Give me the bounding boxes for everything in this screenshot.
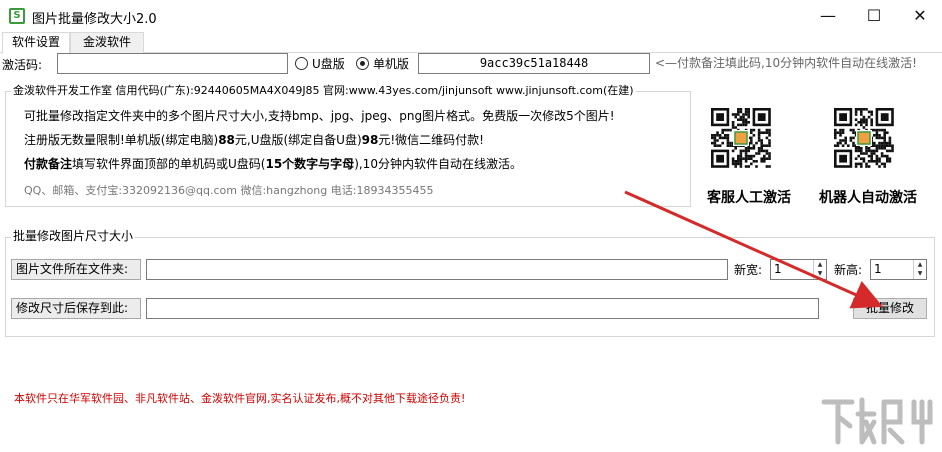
usb-edition-label[interactable]: U盘版 (312, 56, 345, 72)
info-line-pricing: 注册版无数量限制!单机版(绑定电脑)88元,U盘版(绑定自备U盘)98元!微信二… (24, 132, 484, 149)
minimize-button[interactable]: — (805, 0, 851, 31)
batch-group-legend: 批量修改图片尺寸大小 (11, 228, 136, 244)
maximize-button[interactable]: ☐ (851, 0, 897, 31)
usb-edition-radio[interactable] (295, 57, 308, 70)
dest-folder-button[interactable]: 修改尺寸后保存到此: (11, 298, 141, 319)
activation-hint: <—付款备注填此码,10分钟内软件自动在线激活! (655, 56, 917, 70)
new-width-label: 新宽: (734, 263, 763, 277)
pricing-single-price: 88 (218, 133, 235, 147)
single-machine-radio[interactable] (356, 57, 369, 70)
info-group-legend: 金泼软件开发工作室 信用代码(广东):92440605MA4X049J85 官网… (11, 83, 636, 99)
disclaimer-text: 本软件只在华军软件园、非凡软件站、金泼软件官网,实名认证发布,概不对其他下载途径… (14, 392, 466, 405)
new-width-value: 1 (774, 262, 782, 276)
payment-note-bold: 付款备注 (24, 157, 73, 171)
payment-note-code-length: 15个数字与字母 (265, 157, 355, 171)
height-spin-arrows-icon[interactable]: ▲ ▼ (913, 260, 926, 279)
robot-activation-label: 机器人自动激活 (819, 190, 917, 206)
payment-note-tail: ),10分钟内软件自动在线激活。 (354, 157, 522, 171)
width-spin-arrows-icon[interactable]: ▲ ▼ (813, 260, 826, 279)
tab-jinpo-software[interactable]: 金泼软件 (70, 32, 144, 53)
pricing-usb-price: 98 (361, 133, 379, 147)
pricing-text-c: 元,U盘版(绑定自备U盘) (234, 133, 362, 147)
tab-settings[interactable]: 软件设置 (2, 32, 70, 54)
close-button[interactable]: ✕ (897, 0, 942, 31)
new-height-label: 新高: (834, 263, 863, 277)
source-folder-button[interactable]: 图片文件所在文件夹: (11, 259, 141, 280)
batch-group-box (5, 237, 935, 337)
robot-qr-code (832, 94, 896, 182)
source-folder-input[interactable] (146, 259, 728, 280)
single-machine-label[interactable]: 单机版 (373, 56, 409, 72)
pricing-text-e: 元!微信二维码付款! (378, 133, 484, 147)
pricing-text-a: 注册版无数量限制!单机版(绑定电脑) (24, 133, 219, 147)
new-width-spinner[interactable]: 1 ▲ ▼ (770, 259, 827, 280)
window-title: 图片批量修改大小2.0 (32, 12, 157, 27)
info-line-features: 可批量修改指定文件夹中的多个图片尺寸大小,支持bmp、jpg、jpeg、png图… (24, 109, 615, 123)
payment-note-text: 填写软件界面顶部的单机码或U盘码( (72, 157, 266, 171)
app-icon: S (9, 8, 25, 24)
info-line-contact: QQ、邮箱、支付宝:332092136@qq.com 微信:hangzhong … (24, 184, 434, 197)
machine-code-field[interactable]: 9acc39c51a18448 (418, 53, 650, 74)
dest-folder-input[interactable] (146, 298, 819, 319)
activation-code-input[interactable] (57, 53, 288, 74)
batch-resize-button[interactable]: 批量修改 (853, 298, 927, 319)
new-height-value: 1 (874, 262, 882, 276)
activation-code-label: 激活码: (2, 58, 43, 72)
watermark-logo (821, 397, 933, 445)
info-line-payment-note: 付款备注填写软件界面顶部的单机码或U盘码(15个数字与字母),10分钟内软件自动… (24, 156, 522, 173)
new-height-spinner[interactable]: 1 ▲ ▼ (870, 259, 927, 280)
service-qr-code (709, 94, 773, 182)
service-activation-label: 客服人工激活 (707, 190, 791, 206)
